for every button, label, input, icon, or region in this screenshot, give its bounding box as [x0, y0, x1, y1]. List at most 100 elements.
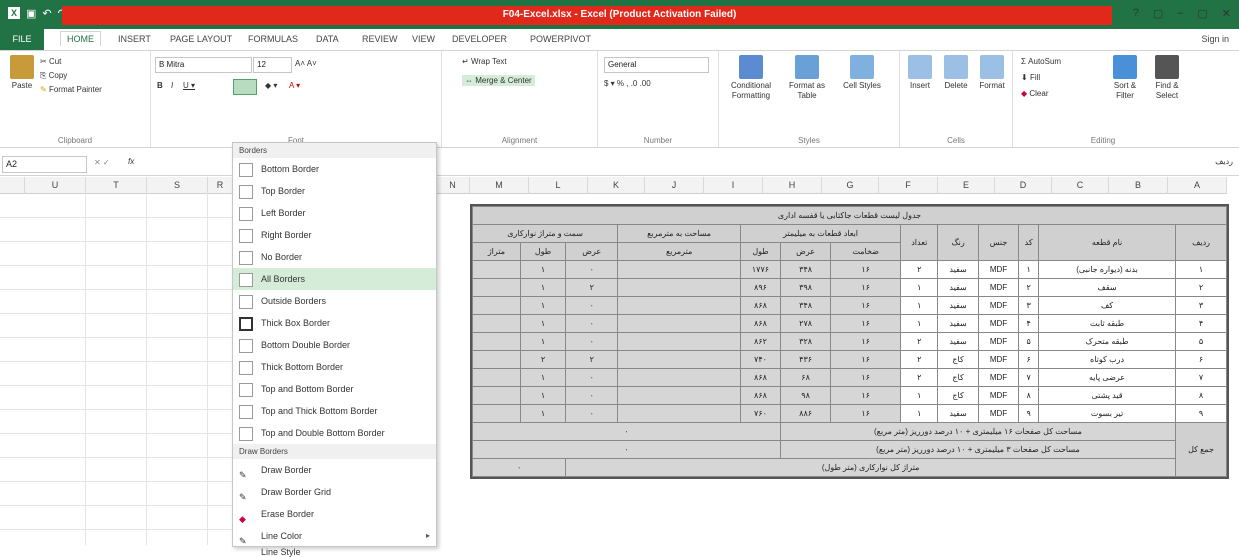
tab-view[interactable]: VIEW [412, 34, 435, 44]
table-cell[interactable]: سفید [937, 278, 979, 297]
table-cell[interactable]: ۱ [900, 278, 939, 297]
menu-top-border[interactable]: Top Border [233, 180, 436, 202]
table-cell[interactable]: ۲ [900, 260, 939, 279]
table-cell[interactable]: بدنه (دیواره جانبی) [1038, 260, 1177, 279]
paste-button[interactable]: Paste [4, 55, 40, 91]
sign-in-link[interactable]: Sign in [1201, 34, 1229, 44]
table-cell[interactable]: ۱ [519, 332, 567, 351]
fill-color-icon[interactable]: ◆ ▾ [265, 81, 277, 90]
table-cell[interactable]: ۳۹۸ [779, 278, 832, 297]
italic-button[interactable]: I [171, 81, 173, 90]
column-header-e[interactable]: E [938, 177, 995, 194]
menu-line-color[interactable]: ✎ Line Color ▸ [233, 525, 436, 547]
wrap-text-button[interactable]: ↵ Wrap Text [462, 57, 507, 66]
table-cell[interactable] [617, 350, 742, 369]
table-cell[interactable]: ۱۶ [830, 296, 902, 315]
name-box[interactable]: A2 [2, 156, 87, 173]
table-cell[interactable]: ۱۶ [830, 386, 902, 405]
table-cell[interactable]: ۲ [1018, 278, 1040, 297]
column-header-l[interactable]: L [529, 177, 588, 194]
close-button[interactable]: ✕ [1222, 7, 1231, 20]
column-header-f[interactable]: F [879, 177, 938, 194]
clear-button[interactable]: ◆ Clear [1021, 89, 1049, 98]
maximize-button[interactable]: ▢ [1197, 7, 1207, 20]
table-cell[interactable]: ۱ [519, 368, 567, 387]
menu-all-borders[interactable]: All Borders [233, 268, 436, 290]
table-cell[interactable] [472, 278, 521, 297]
column-header-c[interactable]: C [1052, 177, 1109, 194]
sheet-title[interactable]: جدول لیست قطعات جاکتابی یا قفسه اداری [472, 206, 1227, 225]
table-cell[interactable] [472, 332, 521, 351]
formula-value[interactable]: ردیف [1215, 157, 1233, 166]
tab-powerpivot[interactable]: POWERPIVOT [530, 34, 591, 44]
bold-button[interactable]: B [157, 81, 163, 90]
column-header-m[interactable]: M [470, 177, 529, 194]
header-area-unit[interactable]: مترمربع [617, 242, 742, 261]
table-cell[interactable] [617, 386, 742, 405]
table-cell[interactable] [472, 296, 521, 315]
table-cell[interactable] [472, 260, 521, 279]
table-cell[interactable]: ۲ [900, 332, 939, 351]
menu-no-border[interactable]: No Border [233, 246, 436, 268]
menu-outside-borders[interactable]: Outside Borders [233, 290, 436, 312]
cell-styles-button[interactable]: Cell Styles [837, 55, 887, 91]
column-header-h[interactable]: H [763, 177, 822, 194]
cut-button[interactable]: ✂ Cut [40, 57, 61, 66]
table-cell[interactable]: ۰ [565, 386, 619, 405]
menu-top-double-bottom-border[interactable]: Top and Double Bottom Border [233, 422, 436, 444]
header-edge-length[interactable]: طول [519, 242, 567, 261]
table-cell[interactable]: MDF [977, 260, 1020, 279]
table-cell[interactable]: ۱ [1018, 260, 1040, 279]
delete-cells-button[interactable]: Delete [938, 55, 974, 91]
menu-thick-box-border[interactable]: Thick Box Border [233, 312, 436, 334]
table-cell[interactable]: ۴۳۶ [779, 350, 832, 369]
table-cell[interactable]: ۱۶ [830, 314, 902, 333]
menu-erase-border[interactable]: ◆ Erase Border [233, 503, 436, 525]
column-header-t[interactable]: T [86, 177, 147, 194]
table-cell[interactable] [617, 368, 742, 387]
table-cell[interactable]: ۳۴۸ [779, 296, 832, 315]
table-cell[interactable]: ۰ [565, 314, 619, 333]
autosum-button[interactable]: Σ AutoSum [1021, 57, 1061, 66]
menu-draw-border-grid[interactable]: ✎ Draw Border Grid [233, 481, 436, 503]
menu-top-thick-bottom-border[interactable]: Top and Thick Bottom Border [233, 400, 436, 422]
table-cell[interactable]: MDF [977, 404, 1020, 423]
table-cell[interactable]: ۱ [519, 296, 567, 315]
table-cell[interactable]: سفید [937, 404, 979, 423]
header-part[interactable]: نام قطعه [1038, 224, 1177, 261]
header-material[interactable]: جنس [977, 224, 1020, 261]
column-header-a[interactable]: A [1168, 177, 1227, 194]
table-cell[interactable]: ۹ [1018, 404, 1040, 423]
table-cell[interactable] [472, 404, 521, 423]
help-button[interactable]: ? [1133, 7, 1139, 20]
menu-top-and-bottom-border[interactable]: Top and Bottom Border [233, 378, 436, 400]
header-edge-width[interactable]: عرض [565, 242, 619, 261]
header-color[interactable]: رنگ [937, 224, 979, 261]
tab-developer[interactable]: DEVELOPER [452, 34, 507, 44]
table-cell[interactable]: MDF [977, 368, 1020, 387]
table-cell[interactable] [617, 278, 742, 297]
tab-formulas[interactable]: FORMULAS [248, 34, 298, 44]
header-code[interactable]: کد [1018, 224, 1040, 261]
menu-draw-border[interactable]: ✎ Draw Border [233, 459, 436, 481]
table-cell[interactable]: ۱۶ [830, 368, 902, 387]
table-cell[interactable]: MDF [977, 296, 1020, 315]
table-cell[interactable]: MDF [977, 278, 1020, 297]
table-cell[interactable]: ۰ [565, 260, 619, 279]
menu-bottom-double-border[interactable]: Bottom Double Border [233, 334, 436, 356]
column-header-k[interactable]: K [588, 177, 645, 194]
table-cell[interactable]: تیر بسوت [1038, 404, 1177, 423]
table-cell[interactable]: ۵ [1175, 332, 1227, 351]
table-cell[interactable]: قید پشتی [1038, 386, 1177, 405]
table-cell[interactable]: ۷ [1175, 368, 1227, 387]
header-edge[interactable]: سمت و متراژ نوارکاری [471, 224, 619, 243]
cancel-icon[interactable]: ✕ ✓ [94, 158, 110, 167]
fx-icon[interactable]: fx [128, 157, 134, 166]
table-cell[interactable]: ۸۸۶ [779, 404, 832, 423]
table-cell[interactable]: ۰ [565, 296, 619, 315]
table-cell[interactable]: ۲ [565, 278, 619, 297]
table-cell[interactable]: ۸۶۸ [740, 368, 781, 387]
table-cell[interactable]: ۱ [900, 314, 939, 333]
tab-page-layout[interactable]: PAGE LAYOUT [170, 34, 232, 44]
select-all-corner[interactable] [0, 177, 25, 194]
